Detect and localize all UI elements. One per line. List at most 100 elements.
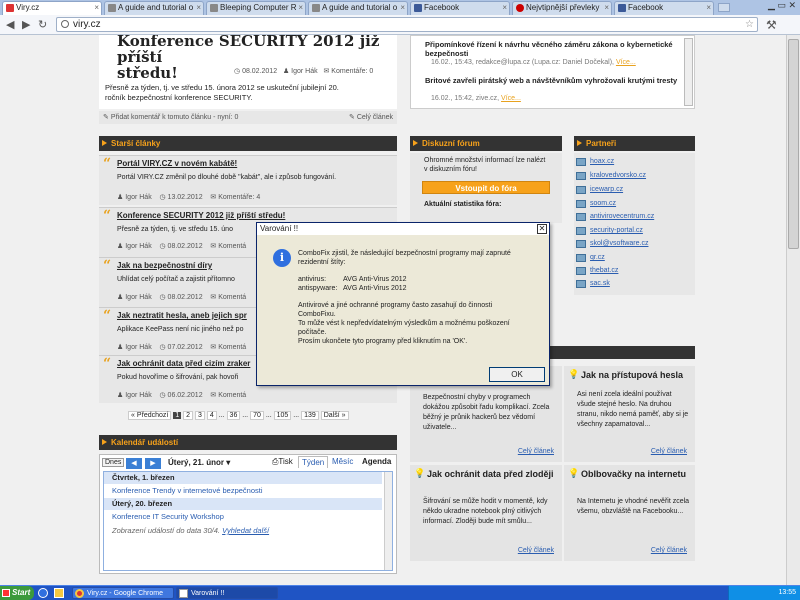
clock[interactable]: 13:55 <box>778 589 796 596</box>
full-article-link[interactable]: Celý článek <box>518 448 554 455</box>
close-tab-icon[interactable]: × <box>502 2 507 14</box>
article-title-link[interactable]: Jak ochránit data před cizím zraker <box>117 359 250 368</box>
full-article-link[interactable]: Celý článek <box>518 547 554 554</box>
close-tab-icon[interactable]: × <box>298 2 303 14</box>
news-item-meta: 16.02., 15:43, redakce@lupa.cz (Lupa.cz:… <box>431 59 636 66</box>
article-title-link[interactable]: Konference SECURITY 2012 již příští stře… <box>117 211 285 220</box>
tab-viry[interactable]: Viry.cz × <box>2 1 102 15</box>
system-tray: 13:55 <box>728 586 800 600</box>
tab-prevleky[interactable]: Nejvtipnější převleky × <box>512 1 612 15</box>
wrench-icon[interactable]: ⚒ <box>766 18 777 32</box>
partner-link[interactable]: qr.cz <box>590 254 605 261</box>
calendar-date-dropdown[interactable]: Úterý, 21. únor ▾ <box>168 458 230 467</box>
agenda-event[interactable]: Konference IT Security Workshop <box>112 512 224 521</box>
partner-link[interactable]: kralovedvorsko.cz <box>590 172 646 179</box>
article-title-link[interactable]: Jak neztratit hesla, aneb jejich spr <box>117 311 247 320</box>
agenda-event[interactable]: Konference Trendy v internetové bezpečno… <box>112 486 263 495</box>
tile-title[interactable]: Jak na přístupová hesla <box>581 370 691 380</box>
partner-link[interactable]: sac.sk <box>590 280 610 287</box>
prev-week-button[interactable]: ◀ <box>126 458 142 469</box>
partner-link[interactable]: thebat.cz <box>590 267 618 274</box>
search-more-link[interactable]: Vyhledat další <box>222 526 269 535</box>
page-link[interactable]: 4 <box>206 411 217 420</box>
bookmark-star-icon[interactable]: ☆ <box>745 18 754 31</box>
prev-page-link[interactable]: « Předchozí <box>128 411 172 420</box>
view-tab-agenda[interactable]: Agenda <box>362 457 391 466</box>
address-bar[interactable]: viry.cz ☆ <box>56 17 758 32</box>
tab-guide-2[interactable]: A guide and tutorial o × <box>308 1 408 15</box>
start-button[interactable]: Start <box>0 586 34 600</box>
partner-link[interactable]: skol@vsoftware.cz <box>590 240 648 247</box>
tile-article: 💡 Oblbovačky na internetu Na Internetu j… <box>564 465 695 561</box>
pagination: « Předchozí 1 2 3 4 ... 36 ... 70 ... 10… <box>128 409 349 423</box>
full-article-link[interactable]: ✎ Celý článek <box>349 111 393 124</box>
forward-icon[interactable]: ▶ <box>22 18 30 31</box>
enter-forum-button[interactable]: Vstoupit do fóra <box>422 181 550 194</box>
page-link[interactable]: 36 <box>226 411 241 420</box>
page-favicon-icon <box>210 4 218 12</box>
view-tab-month[interactable]: Měsíc <box>332 457 353 466</box>
view-tab-week[interactable]: Týden <box>298 456 329 468</box>
close-tab-icon[interactable]: × <box>604 2 609 14</box>
quicklaunch-folder-icon[interactable] <box>54 588 64 598</box>
partner-link[interactable]: icewarp.cz <box>590 186 623 193</box>
tile-article: 💡 Jak ochránit data před zloději Šifrová… <box>410 465 562 561</box>
page-link[interactable]: 139 <box>301 411 319 420</box>
partner-link[interactable]: security-portal.cz <box>590 227 643 234</box>
page-scrollbar[interactable] <box>786 35 800 585</box>
article-title-link[interactable]: Jak na bezpečnostní díry <box>117 261 212 270</box>
tile-title[interactable]: Jak ochránit data před zloději <box>427 469 557 479</box>
page-link[interactable]: 2 <box>183 411 194 420</box>
reload-icon[interactable]: ↻ <box>38 18 47 31</box>
taskbar: Start Viry.cz - Google Chrome Varování !… <box>0 585 800 600</box>
news-item-title[interactable]: Britové zavřeli pirátský web a návštěvní… <box>425 76 680 85</box>
taskbar-item-warning[interactable]: Varování !! <box>176 587 278 599</box>
full-article-link[interactable]: Celý článek <box>651 547 687 554</box>
page-link[interactable]: 3 <box>195 411 205 420</box>
bulb-icon: 💡 <box>568 369 580 379</box>
close-tab-icon[interactable]: × <box>94 2 99 14</box>
taskbar-item-chrome[interactable]: Viry.cz - Google Chrome <box>72 587 174 599</box>
close-tab-icon[interactable]: × <box>196 2 201 14</box>
partner-icon <box>576 213 586 221</box>
top-article-meta: ◷ 08.02.2012 ♟ Igor Hák ✉ Komentáře: 0 <box>234 68 374 75</box>
back-icon[interactable]: ◀ <box>6 18 14 31</box>
tile-title[interactable]: Oblbovačky na internetu <box>581 469 691 479</box>
tab-facebook-2[interactable]: Facebook × <box>614 1 714 15</box>
partner-link[interactable]: soom.cz <box>590 200 616 207</box>
viry-favicon-icon <box>6 4 14 12</box>
partner-link[interactable]: hoax.cz <box>590 158 614 165</box>
scrollbar-thumb[interactable] <box>788 39 799 249</box>
close-tab-icon[interactable]: × <box>400 2 405 14</box>
new-tab-button[interactable] <box>718 3 730 12</box>
agenda-scrollbar[interactable] <box>384 472 392 570</box>
article-title-link[interactable]: Portál VIRY.CZ v novém kabátě! <box>117 159 237 168</box>
close-icon[interactable]: ✕ <box>537 224 547 234</box>
news-item-title[interactable]: Připomínkové řízení k návrhu věcného zám… <box>425 40 680 58</box>
quicklaunch-ie-icon[interactable] <box>38 588 48 598</box>
bulb-icon: 💡 <box>568 468 580 478</box>
next-page-link[interactable]: Další » <box>320 411 349 420</box>
add-comment-link[interactable]: Přidat komentář k tomuto článku - nyní: … <box>111 114 239 121</box>
tab-guide-1[interactable]: A guide and tutorial o × <box>104 1 204 15</box>
page-link[interactable]: 70 <box>250 411 264 420</box>
page-favicon-icon <box>312 4 320 12</box>
tab-bleeping[interactable]: Bleeping Computer R × <box>206 1 306 15</box>
partner-icon <box>576 267 586 275</box>
window-controls[interactable]: ▁ ▭ ✕ <box>752 0 800 12</box>
print-link[interactable]: ⎙Tisk <box>272 457 293 467</box>
next-week-button[interactable]: ▶ <box>145 458 161 469</box>
tab-facebook-1[interactable]: Facebook × <box>410 1 510 15</box>
today-button[interactable]: Dnes <box>102 458 125 467</box>
close-tab-icon[interactable]: × <box>706 2 711 14</box>
page-info-icon[interactable] <box>61 20 69 28</box>
calendar-widget: Dnes ◀ ▶ Úterý, 21. únor ▾ ⎙Tisk Týden M… <box>99 454 397 574</box>
partner-icon <box>576 172 586 180</box>
full-article-link[interactable]: Celý článek <box>651 448 687 455</box>
page-link[interactable]: 105 <box>273 411 292 420</box>
page-favicon-icon <box>108 4 116 12</box>
page-link-current[interactable]: 1 <box>173 412 182 419</box>
partner-link[interactable]: antivirovecentrum.cz <box>590 213 654 220</box>
ok-button[interactable]: OK <box>489 367 545 382</box>
ticker-scrollbar[interactable] <box>684 38 693 106</box>
